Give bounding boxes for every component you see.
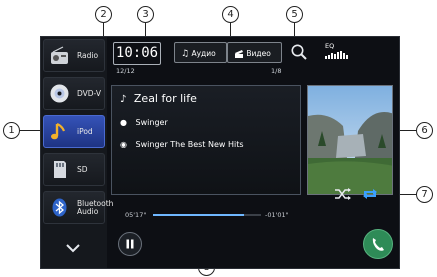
callout-1: 1: [3, 122, 20, 139]
repeat-icon[interactable]: [361, 188, 379, 200]
source-ipod-label: iPod: [77, 126, 93, 136]
sd-card-icon: [54, 161, 66, 178]
phone-icon: [372, 238, 384, 251]
phone-button[interactable]: [363, 229, 393, 259]
eq-indicator[interactable]: EQ: [325, 42, 355, 62]
remaining-time: -01'01": [265, 211, 289, 219]
album-artwork: [307, 85, 393, 195]
shuffle-icon[interactable]: [334, 188, 352, 200]
callout-7: 7: [416, 186, 433, 203]
callout-3: 3: [137, 6, 154, 23]
album-disc-icon: ◉: [120, 140, 127, 149]
callout-5: 5: [286, 6, 303, 23]
callout-6: 6: [416, 122, 433, 139]
track-info-panel[interactable]: ♪ Zeal for life ● Swinger ◉ Swinger The …: [111, 85, 301, 195]
source-sd-label: SD: [77, 164, 88, 174]
progress-track: [153, 214, 261, 216]
clock: 10:06: [113, 42, 161, 65]
tab-audio-label: Аудио: [191, 49, 216, 58]
disc-icon: [50, 84, 69, 103]
source-radio-label: Radio: [77, 50, 99, 60]
callout-4: 4: [222, 6, 239, 23]
head-unit-screen: Radio DVD-V iPod SD Bluetooth Audio 10:0…: [40, 36, 400, 269]
source-dvd-label: DVD-V: [77, 88, 101, 98]
music-note-icon: ♫: [181, 49, 190, 59]
radio-icon: [51, 46, 68, 64]
album-name: Swinger The Best New Hits: [135, 140, 244, 149]
person-icon: ●: [120, 118, 127, 127]
search-icon[interactable]: [290, 43, 308, 61]
album-number-indicator: 1/8: [271, 67, 282, 75]
tab-audio[interactable]: ♫ Аудио: [174, 42, 227, 63]
leader-line-1: [20, 130, 42, 131]
track-number-indicator: 12/12: [116, 67, 135, 75]
source-ipod-button[interactable]: iPod: [43, 115, 105, 148]
artist-name: Swinger: [135, 118, 168, 127]
equalizer-icon: [325, 51, 348, 59]
album-row: ◉ Swinger The Best New Hits: [120, 140, 244, 149]
artist-row: ● Swinger: [120, 118, 168, 127]
music-note-icon: ♪: [120, 94, 127, 105]
music-note-icon: [51, 122, 66, 140]
chevron-down-icon[interactable]: [65, 242, 81, 254]
pause-button[interactable]: [118, 232, 142, 256]
playback-progress[interactable]: 05'17" -01'01": [113, 211, 298, 221]
callout-2: 2: [95, 6, 112, 23]
tab-video[interactable]: Видео: [227, 42, 282, 63]
mountain-landscape-image: [308, 86, 392, 194]
elapsed-time: 05'17": [125, 211, 147, 219]
bluetooth-icon: [52, 198, 67, 217]
source-bluetooth-button[interactable]: Bluetooth Audio: [43, 191, 114, 224]
source-dvd-button[interactable]: DVD-V: [43, 77, 105, 110]
song-title-row: ♪ Zeal for life: [120, 92, 197, 105]
source-bluetooth-label: Bluetooth Audio: [77, 198, 114, 216]
pause-icon: [126, 239, 134, 249]
film-icon: [235, 50, 243, 58]
source-sidebar: Radio DVD-V iPod SD Bluetooth Audio: [41, 37, 114, 268]
source-radio-button[interactable]: Radio: [43, 39, 105, 72]
source-sd-button[interactable]: SD: [43, 153, 105, 186]
song-title: Zeal for life: [133, 92, 197, 105]
progress-fill: [153, 214, 244, 216]
eq-label: EQ: [325, 42, 335, 50]
tab-video-label: Видео: [246, 49, 271, 58]
